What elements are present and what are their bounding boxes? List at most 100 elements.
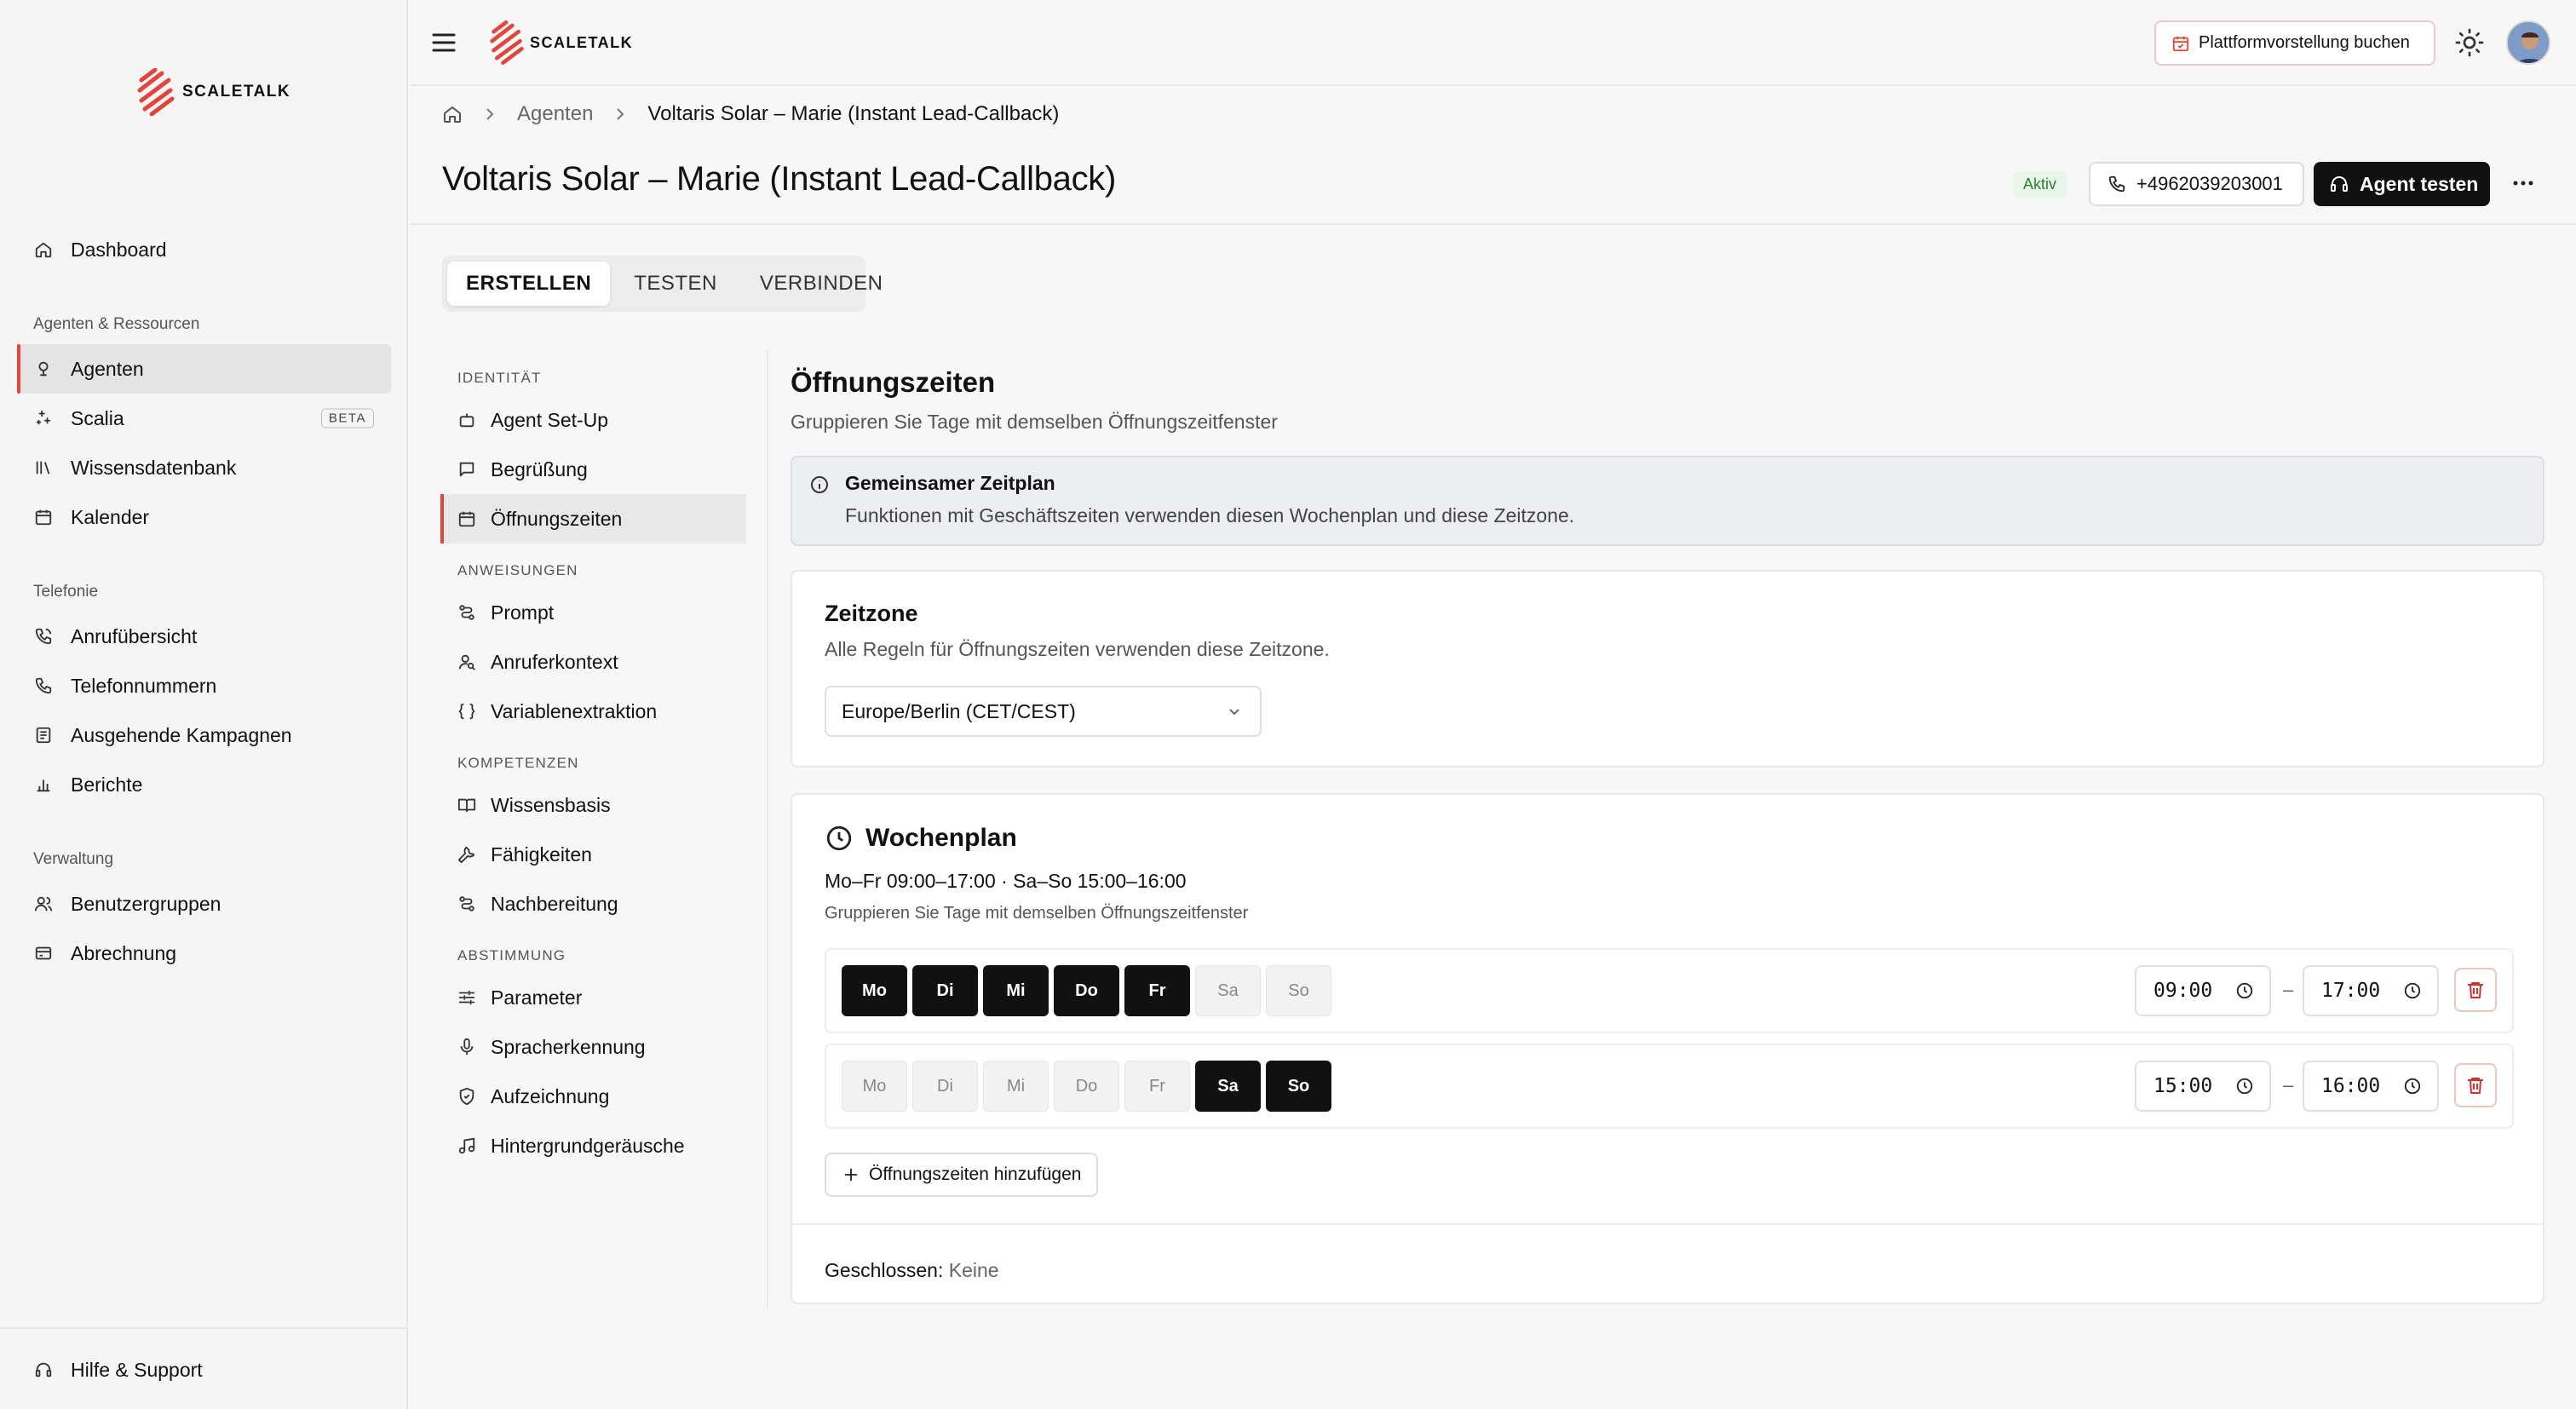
- breadcrumb-agents-link[interactable]: Agenten: [517, 102, 593, 126]
- subnav-item-hintergrundgeraeusche[interactable]: Hintergrundgeräusche: [440, 1121, 746, 1170]
- sidebar-item-wissensdatenbank[interactable]: Wissensdatenbank: [17, 443, 391, 492]
- subnav-item-faehigkeiten[interactable]: Fähigkeiten: [440, 830, 746, 879]
- user-search-icon: [458, 654, 475, 670]
- day-toggle-do[interactable]: Do: [1054, 965, 1119, 1016]
- shield-icon: [459, 1087, 474, 1106]
- status-badge: Aktiv: [2013, 171, 2067, 198]
- day-toggle-so[interactable]: So: [1266, 965, 1331, 1016]
- subnav-item-label: Anruferkontext: [491, 650, 618, 673]
- subnav-item-label: Variablenextraktion: [491, 699, 658, 722]
- sliders-icon: [458, 990, 475, 1005]
- subnav-item-oeffnungszeiten[interactable]: Öffnungszeiten: [440, 494, 746, 543]
- add-hours-button[interactable]: Öffnungszeiten hinzufügen: [825, 1153, 1099, 1197]
- section-subtitle: Gruppieren Sie Tage mit demselben Öffnun…: [791, 411, 1278, 433]
- sidebar-item-label: Agenten: [71, 357, 144, 380]
- day-toggle-mi[interactable]: Mi: [983, 1061, 1049, 1112]
- timezone-select[interactable]: Europe/Berlin (CET/CEST): [825, 686, 1262, 737]
- plus-icon: [844, 1168, 858, 1182]
- sidebar-item-help[interactable]: Hilfe & Support: [17, 1345, 391, 1395]
- more-options-icon[interactable]: [2509, 169, 2538, 198]
- sidebar-item-berichte[interactable]: Berichte: [17, 760, 391, 809]
- subnav-item-nachbereitung[interactable]: Nachbereitung: [440, 879, 746, 929]
- day-toggle-fr[interactable]: Fr: [1124, 1061, 1190, 1112]
- sidebar-section-title: Agenten & Ressourcen: [33, 315, 200, 333]
- calendar-icon: [35, 509, 52, 526]
- start-time-input[interactable]: 15:00: [2135, 1061, 2271, 1112]
- start-time-input[interactable]: 09:00: [2135, 965, 2271, 1016]
- avatar[interactable]: [2506, 20, 2550, 65]
- subnav-section-title: KOMPETENZEN: [457, 755, 579, 771]
- end-time-input[interactable]: 16:00: [2303, 1061, 2439, 1112]
- sidebar-item-scalia[interactable]: Scalia BETA: [17, 394, 391, 443]
- day-toggle-di[interactable]: Di: [912, 965, 978, 1016]
- tab-testen[interactable]: TESTEN: [615, 262, 736, 306]
- info-title: Gemeinsamer Zeitplan: [845, 472, 1055, 494]
- day-toggle-fr[interactable]: Fr: [1124, 965, 1190, 1016]
- home-icon[interactable]: [442, 104, 463, 124]
- subnav-item-agent-setup[interactable]: Agent Set-Up: [440, 395, 746, 445]
- subnav-item-anruferkontext[interactable]: Anruferkontext: [440, 637, 746, 687]
- sidebar-item-dashboard[interactable]: Dashboard: [17, 225, 391, 274]
- delete-row-button[interactable]: [2454, 1063, 2497, 1107]
- day-toggle-mi[interactable]: Mi: [983, 965, 1049, 1016]
- subnav-item-wissensbasis[interactable]: Wissensbasis: [440, 780, 746, 830]
- delete-row-button[interactable]: [2454, 968, 2497, 1012]
- subnav-section-title: IDENTITÄT: [457, 370, 542, 386]
- sidebar-item-kalender[interactable]: Kalender: [17, 492, 391, 542]
- tab-erstellen[interactable]: ERSTELLEN: [447, 262, 611, 306]
- header-logo[interactable]: SCALETALK: [489, 20, 633, 65]
- page-header: Voltaris Solar – Marie (Instant Lead-Cal…: [410, 143, 2576, 225]
- sidebar-item-telefonnummern[interactable]: Telefonnummern: [17, 661, 391, 710]
- phone-number-button[interactable]: +4962039203001: [2089, 162, 2304, 206]
- day-toggle-di[interactable]: Di: [912, 1061, 978, 1112]
- sidebar-item-label: Anrufübersicht: [71, 624, 198, 647]
- sidebar-item-benutzergruppen[interactable]: Benutzergruppen: [17, 879, 391, 929]
- sidebar-item-agenten[interactable]: Agenten: [17, 344, 391, 394]
- calendar-icon: [458, 511, 475, 527]
- subnav-item-spracherkennung[interactable]: Spracherkennung: [440, 1022, 746, 1072]
- menu-icon[interactable]: [431, 31, 457, 55]
- weekly-schedule-header: Wochenplan: [825, 824, 1017, 853]
- sidebar-item-ausgehende-kampagnen[interactable]: Ausgehende Kampagnen: [17, 710, 391, 760]
- subnav-item-aufzeichnung[interactable]: Aufzeichnung: [440, 1072, 746, 1121]
- scaletalk-logo-icon: [490, 20, 524, 65]
- day-toggle-group: Mo Di Mi Do Fr Sa So: [842, 965, 1331, 1016]
- test-agent-label: Agent testen: [2360, 172, 2479, 195]
- section-title: Öffnungszeiten: [791, 366, 996, 398]
- chevron-down-icon: [1229, 709, 1239, 716]
- day-toggle-mo[interactable]: Mo: [842, 1061, 907, 1112]
- subnav-item-variablenextraktion[interactable]: Variablenextraktion: [440, 687, 746, 736]
- sun-icon[interactable]: [2454, 27, 2485, 58]
- time-range-separator: –: [2283, 1074, 2294, 1096]
- sidebar-item-abrechnung[interactable]: Abrechnung: [17, 929, 391, 978]
- day-toggle-so[interactable]: So: [1266, 1061, 1331, 1112]
- day-toggle-group: Mo Di Mi Do Fr Sa So: [842, 1061, 1331, 1112]
- end-time-input[interactable]: 17:00: [2303, 965, 2439, 1016]
- page-title: Voltaris Solar – Marie (Instant Lead-Cal…: [442, 160, 1117, 198]
- day-toggle-sa[interactable]: Sa: [1195, 965, 1261, 1016]
- sidebar-item-anrufuebersicht[interactable]: Anrufübersicht: [17, 612, 391, 661]
- subnav-item-label: Wissensbasis: [491, 793, 611, 816]
- add-hours-label: Öffnungszeiten hinzufügen: [869, 1165, 1082, 1184]
- route-icon: [459, 605, 474, 620]
- book-demo-button[interactable]: Plattformvorstellung buchen: [2154, 20, 2435, 66]
- day-toggle-sa[interactable]: Sa: [1195, 1061, 1261, 1112]
- chevron-right-icon: [486, 108, 494, 120]
- test-agent-button[interactable]: Agent testen: [2314, 162, 2490, 206]
- day-toggle-mo[interactable]: Mo: [842, 965, 907, 1016]
- bot-icon: [459, 413, 474, 428]
- timezone-title: Zeitzone: [825, 601, 918, 626]
- subnav-item-prompt[interactable]: Prompt: [440, 588, 746, 637]
- tab-verbinden[interactable]: VERBINDEN: [741, 262, 902, 306]
- subnav-item-label: Spracherkennung: [491, 1035, 646, 1058]
- subnav-item-parameter[interactable]: Parameter: [440, 973, 746, 1022]
- sidebar-logo[interactable]: SCALETALK: [136, 68, 290, 116]
- weekly-schedule-title: Wochenplan: [865, 824, 1017, 852]
- main-tabs: ERSTELLEN TESTEN VERBINDEN: [442, 256, 883, 312]
- day-toggle-do[interactable]: Do: [1054, 1061, 1119, 1112]
- sidebar-item-label: Dashboard: [71, 238, 167, 261]
- subnav-item-begruessung[interactable]: Begrüßung: [440, 445, 746, 494]
- sidebar-item-label: Hilfe & Support: [71, 1358, 203, 1381]
- breadcrumb-current: Voltaris Solar – Marie (Instant Lead-Cal…: [647, 102, 1060, 125]
- subnav-item-label: Öffnungszeiten: [491, 507, 623, 530]
